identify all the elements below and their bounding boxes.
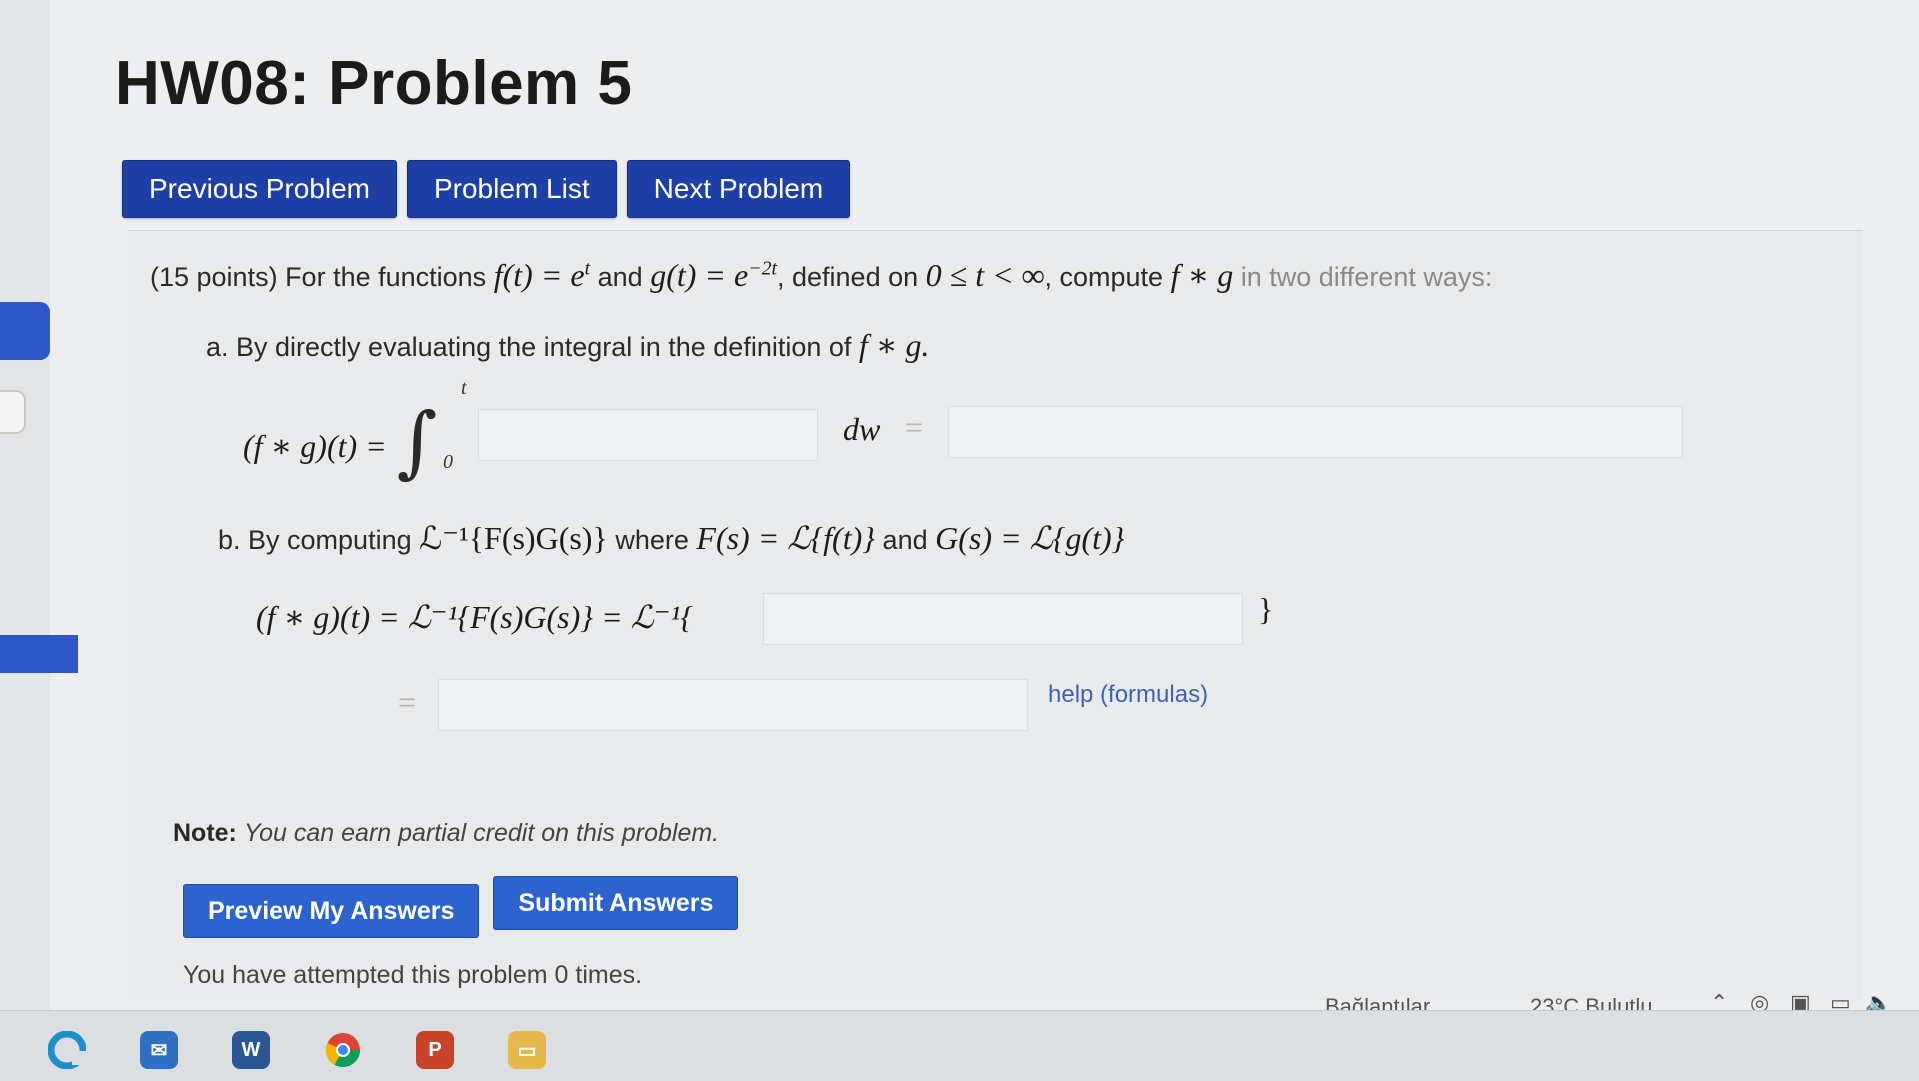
problem-body: (15 points) For the functions f(t) = et … [128,230,1863,1001]
convolution-integral: (f ∗ g)(t) = ∫ t 0 [243,377,467,487]
answer-actions: Preview My Answers Submit Answers [183,876,739,938]
answer-a-input[interactable] [948,406,1683,458]
sidebar-tab[interactable] [0,390,26,434]
next-problem-button[interactable]: Next Problem [626,160,851,218]
problem-list-button[interactable]: Problem List [406,160,617,218]
closing-brace: } [1258,591,1274,627]
submit-answers-button[interactable]: Submit Answers [493,876,739,930]
chrome-icon[interactable] [324,1031,362,1069]
taskbar: ✉ W P ▭ [0,1010,1919,1081]
problem-navigation: Previous Problem Problem List Next Probl… [122,160,851,218]
sidebar-highlight[interactable] [0,635,78,673]
left-sidebar [0,0,50,1010]
previous-problem-button[interactable]: Previous Problem [122,160,397,218]
powerpoint-icon[interactable]: P [416,1031,454,1069]
attempts-counter: You have attempted this problem 0 times. [183,961,643,989]
problem-statement: (15 points) For the functions f(t) = et … [150,257,1493,293]
page-title: HW08: Problem 5 [115,49,633,118]
integral-sign: ∫ [396,397,438,487]
answer-b-input[interactable] [438,679,1028,731]
help-formulas-link[interactable]: help (formulas) [1048,681,1208,709]
integrand-input[interactable] [478,409,818,461]
file-explorer-icon[interactable]: ▭ [508,1031,546,1069]
sidebar-tab-active[interactable] [0,302,50,360]
partial-credit-note: Note: You can earn partial credit on thi… [173,819,720,847]
preview-answers-button[interactable]: Preview My Answers [183,884,480,938]
part-b-expression: (f ∗ g)(t) = ℒ⁻¹{F(s)G(s)} = ℒ⁻¹{ [256,599,693,635]
laplace-expression-input[interactable] [763,593,1243,645]
word-icon[interactable]: W [232,1031,270,1069]
part-a-prompt: a. By directly evaluating the integral i… [206,327,930,363]
part-b-prompt: b. By computing ℒ⁻¹{F(s)G(s)} where F(s)… [218,520,1125,556]
mail-icon[interactable]: ✉ [140,1031,178,1069]
edge-icon[interactable] [48,1031,86,1069]
